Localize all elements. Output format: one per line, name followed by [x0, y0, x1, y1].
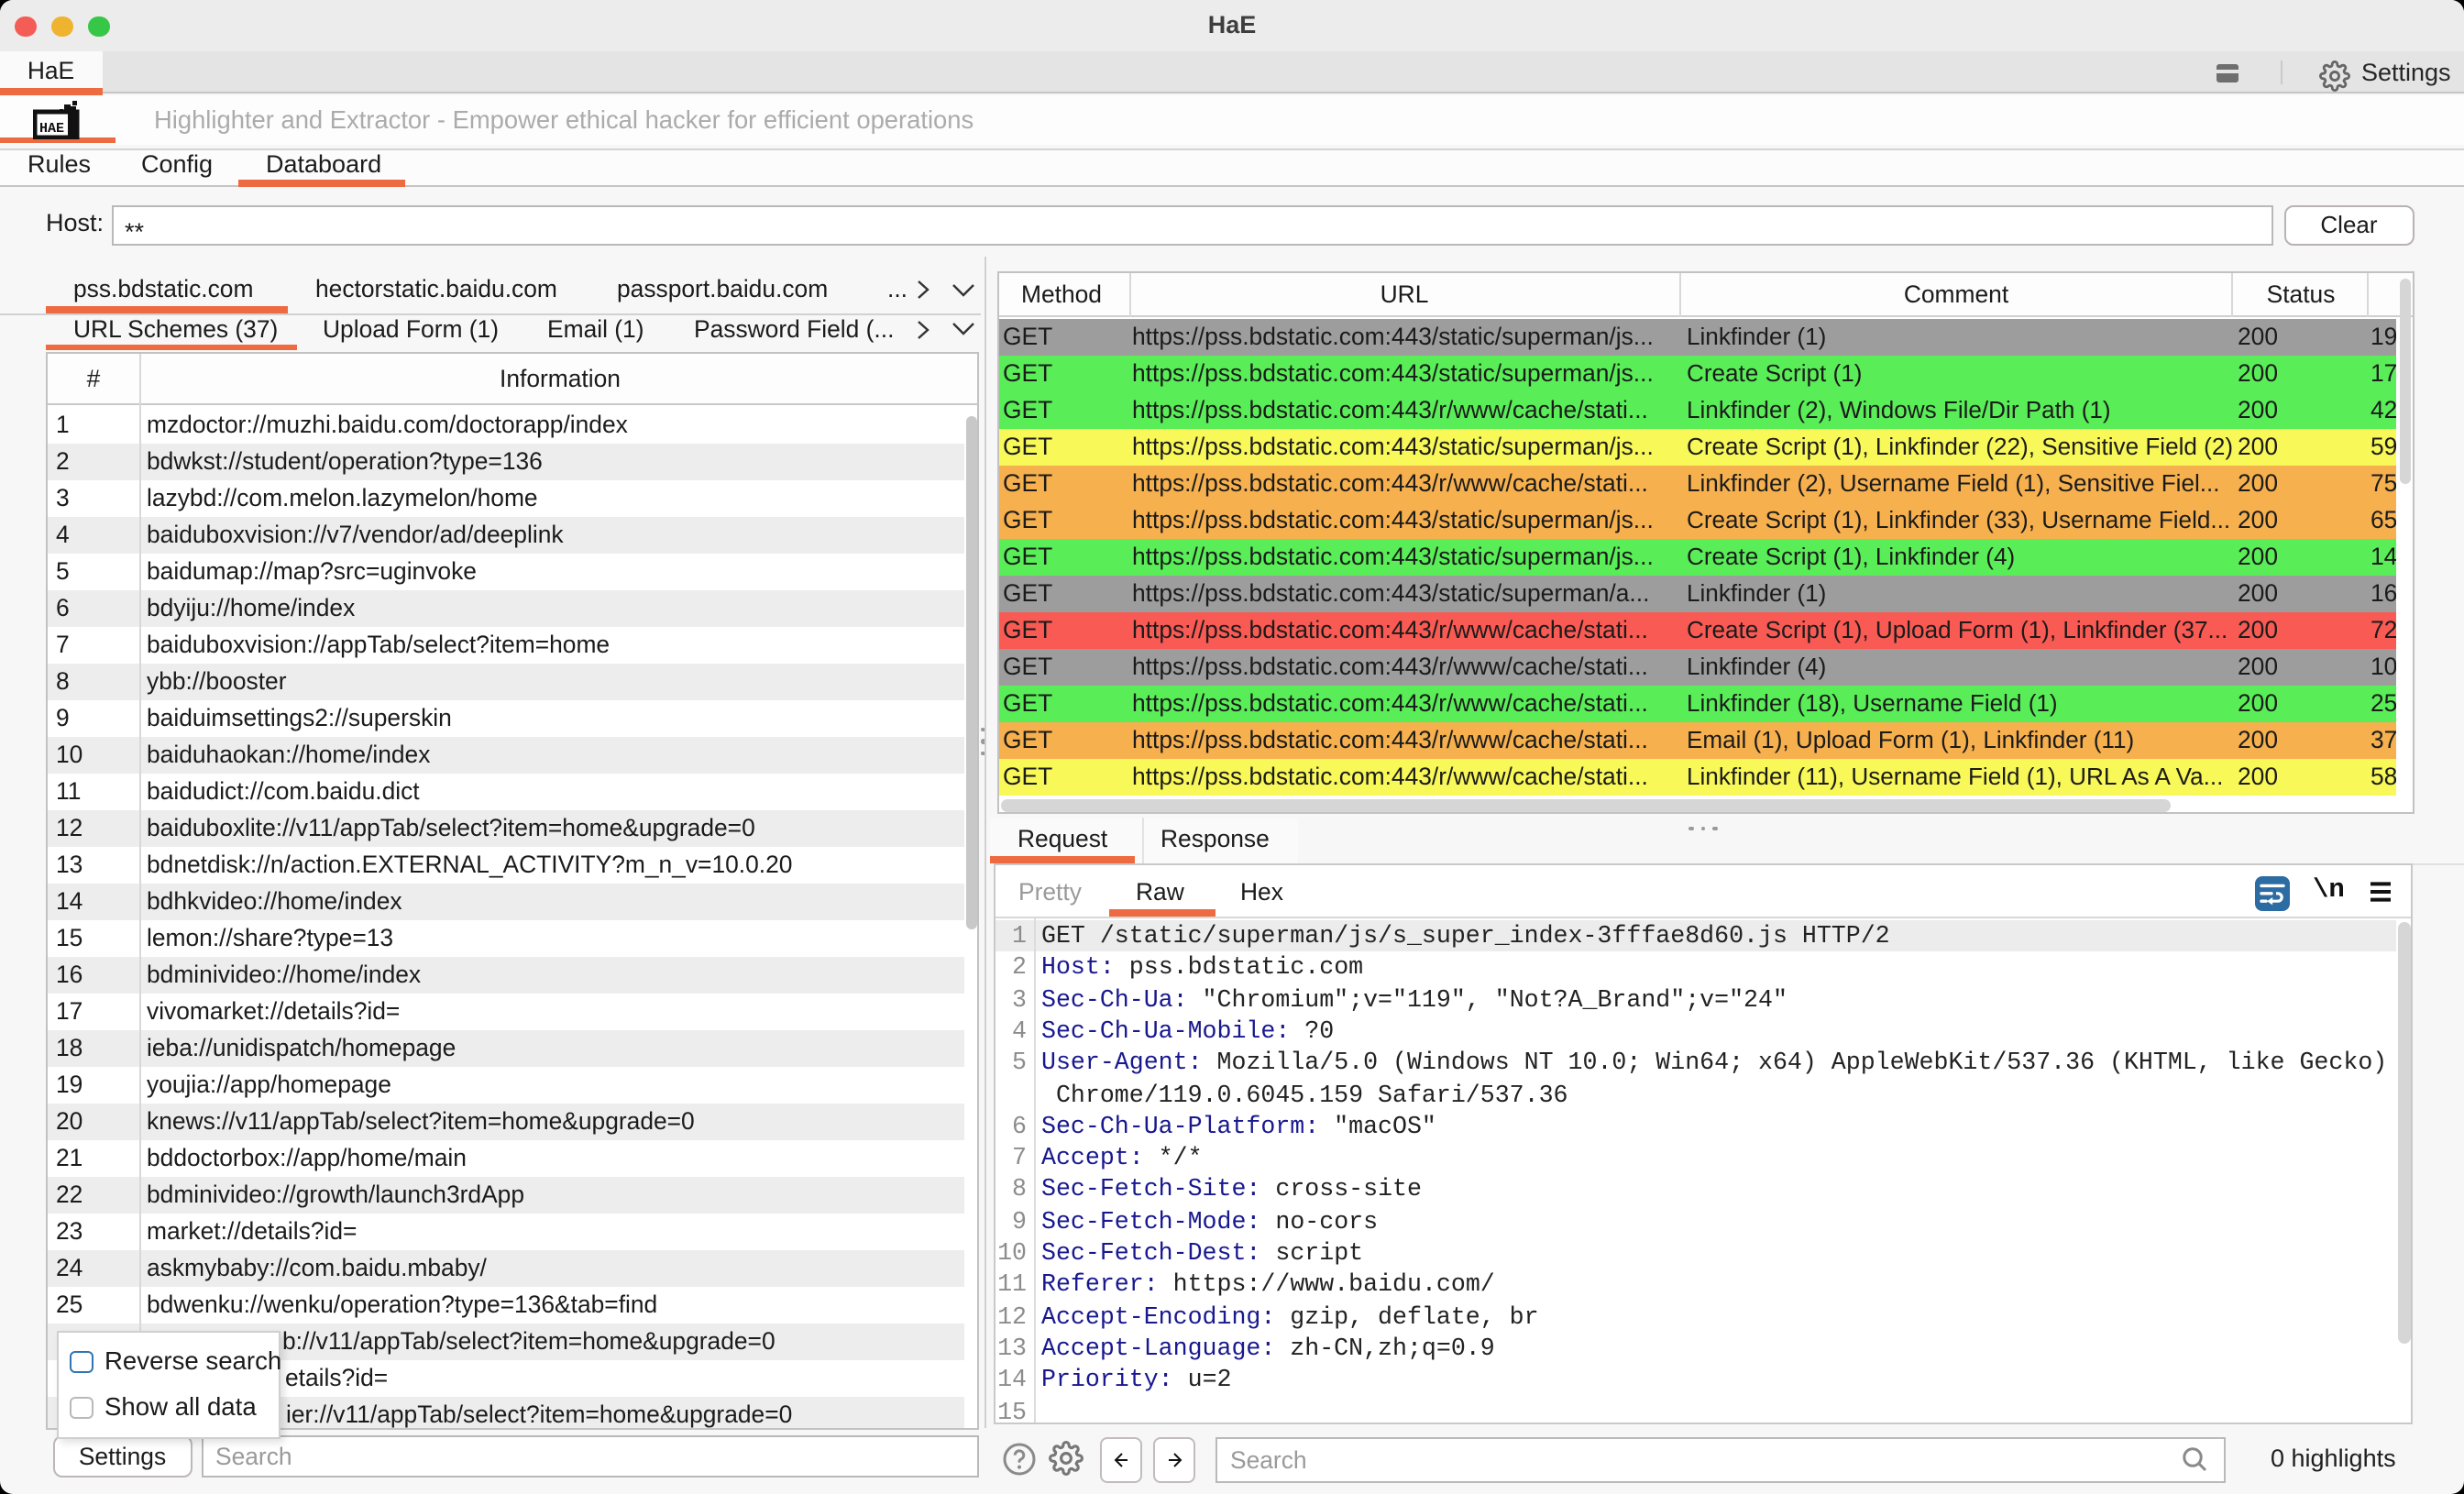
svg-text:H: H — [38, 121, 47, 137]
svg-text:A: A — [47, 121, 55, 137]
svg-text:E: E — [55, 121, 63, 137]
